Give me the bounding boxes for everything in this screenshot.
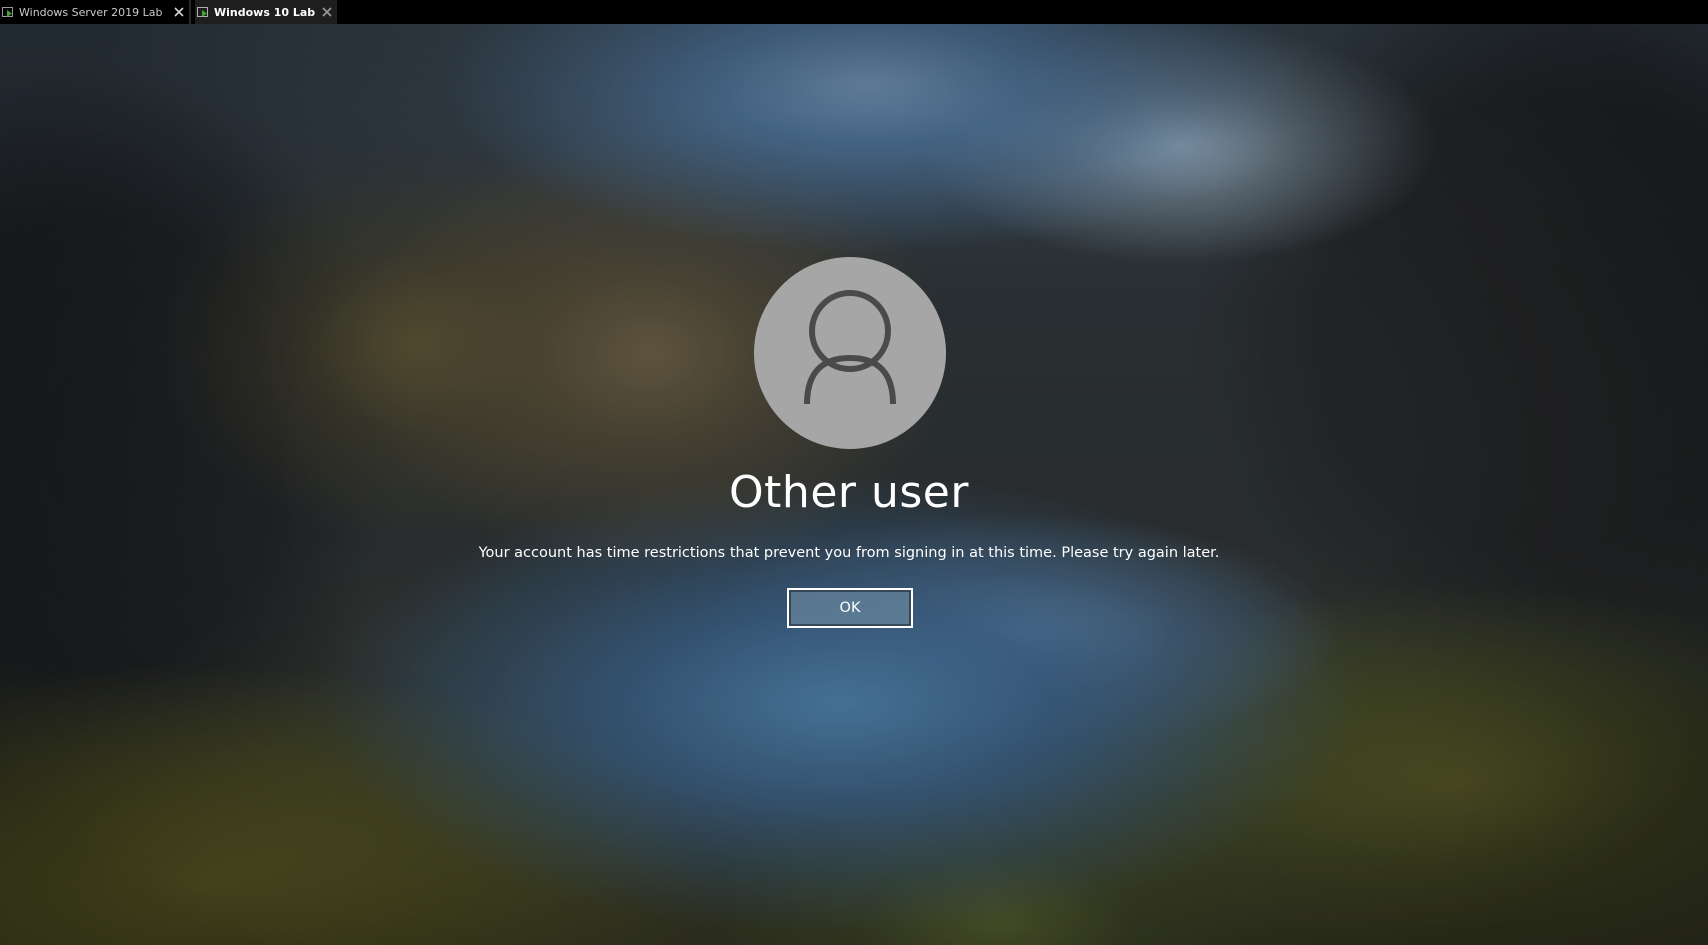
user-name: Other user (729, 467, 969, 518)
close-icon[interactable] (321, 6, 333, 18)
tab-windows-10-lab[interactable]: Windows 10 Lab (195, 0, 337, 24)
vm-tab-bar: Windows Server 2019 Lab Windows 10 Lab (0, 0, 1708, 24)
close-icon[interactable] (173, 6, 185, 18)
ok-button[interactable]: OK (787, 588, 913, 628)
tab-label: Windows 10 Lab (214, 5, 316, 19)
user-avatar (754, 257, 946, 449)
vm-icon (197, 7, 208, 17)
sign-in-error-message: Your account has time restrictions that … (478, 545, 1220, 561)
user-avatar-icon (804, 290, 896, 405)
sign-in-panel: Other user Your account has time restric… (0, 24, 1708, 945)
tab-windows-server-2019-lab[interactable]: Windows Server 2019 Lab (0, 0, 191, 24)
vm-icon (2, 7, 13, 17)
tab-label: Windows Server 2019 Lab (19, 5, 163, 19)
vm-screen: Other user Your account has time restric… (0, 24, 1708, 945)
